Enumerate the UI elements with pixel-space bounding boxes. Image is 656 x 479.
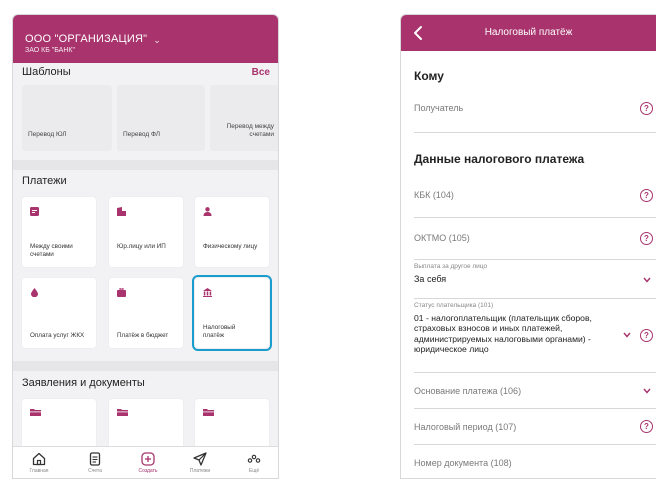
payment-label: Между своими счетами xyxy=(30,243,73,258)
templates-all-link[interactable]: Все xyxy=(252,67,270,78)
template-label: Перевод ФЛ xyxy=(123,131,160,139)
organization-name: ООО "ОРГАНИЗАЦИЯ" xyxy=(25,33,148,45)
template-card[interactable]: Перевод между счетами xyxy=(210,85,278,151)
period-placeholder: Налоговый период (107) xyxy=(414,422,517,432)
payments-title: Платежи xyxy=(22,175,67,187)
bottom-tab-bar: Главная Счета Создать Платежи Ещё xyxy=(13,446,278,478)
docnum-placeholder: Номер документа (108) xyxy=(414,458,512,468)
chevron-down-icon xyxy=(643,277,651,283)
tax-payment-screen: Налоговый платёж Кому Получатель ? Данны… xyxy=(400,14,656,479)
section-divider xyxy=(13,361,278,371)
payer-status-label: Статус плательщика (101) xyxy=(414,302,494,309)
tab-label: Ещё xyxy=(248,468,260,474)
help-icon[interactable]: ? xyxy=(640,420,653,433)
payment-card-legal-entity[interactable]: Юр.лицу или ИП xyxy=(109,197,183,267)
basis-placeholder: Основание платежа (106) xyxy=(414,386,522,396)
bank-icon xyxy=(203,288,212,297)
oktmo-field[interactable]: ОКТМО (105) ? xyxy=(414,222,656,260)
screen-header: Налоговый платёж xyxy=(401,15,656,51)
folder-icon xyxy=(203,409,214,416)
card-icon xyxy=(30,207,39,216)
payment-card-individual[interactable]: Физическому лицу xyxy=(195,197,269,267)
template-card[interactable]: Перевод ЮЛ xyxy=(22,85,112,151)
payment-label: Оплата услуг ЖКХ xyxy=(30,332,85,339)
document-card[interactable] xyxy=(109,399,183,449)
payout-value: За себя xyxy=(414,274,447,284)
to-heading: Кому xyxy=(414,69,444,83)
help-icon[interactable]: ? xyxy=(640,329,653,342)
document-icon xyxy=(89,452,101,466)
document-number-field[interactable]: Номер документа (108) xyxy=(414,445,656,478)
payout-label: Выплата за другое лицо xyxy=(414,263,488,270)
payer-status-value: 01 - налогоплательщик (плательщик сборов… xyxy=(414,313,592,354)
templates-title: Шаблоны xyxy=(22,66,71,78)
main-screen: ООО "ОРГАНИЗАЦИЯ" ⌄ ЗАО КБ "БАНК" Шаблон… xyxy=(12,14,279,479)
briefcase-icon xyxy=(117,288,126,297)
tax-data-heading: Данные налогового платежа xyxy=(414,152,585,166)
chevron-down-icon: ⌄ xyxy=(153,35,161,45)
payment-label: Физическому лицу xyxy=(203,243,258,250)
template-label: Перевод между счетами xyxy=(226,123,274,139)
document-card[interactable] xyxy=(22,399,96,449)
recipient-placeholder: Получатель xyxy=(414,103,464,113)
building-icon xyxy=(117,207,126,216)
help-icon[interactable]: ? xyxy=(640,189,653,202)
tab-payments[interactable]: Платежи xyxy=(180,447,220,478)
screen-title: Налоговый платёж xyxy=(484,27,573,38)
payment-label: Платёж в бюджет xyxy=(117,332,169,339)
chevron-down-icon xyxy=(643,388,651,394)
bank-name: ЗАО КБ "БАНК" xyxy=(25,47,75,54)
tab-home[interactable]: Главная xyxy=(19,447,59,478)
home-icon xyxy=(32,452,46,466)
tab-label: Главная xyxy=(29,468,49,474)
tab-more[interactable]: Ещё xyxy=(234,447,274,478)
payment-basis-select[interactable]: Основание платежа (106) xyxy=(414,373,656,409)
document-card[interactable] xyxy=(195,399,269,449)
documents-title: Заявления и документы xyxy=(22,377,145,389)
kbk-field[interactable]: КБК (104) ? xyxy=(414,180,656,218)
tab-accounts[interactable]: Счета xyxy=(75,447,115,478)
tab-label: Платежи xyxy=(189,468,211,474)
tax-period-field[interactable]: Налоговый период (107) ? xyxy=(414,409,656,445)
chevron-down-icon xyxy=(623,332,631,338)
tab-label: Счета xyxy=(88,468,102,474)
tab-create[interactable]: Создать xyxy=(128,447,168,478)
payment-card-utilities[interactable]: Оплата услуг ЖКХ xyxy=(22,278,96,348)
payment-card-tax[interactable]: Налоговый платёж xyxy=(192,275,272,351)
kbk-placeholder: КБК (104) xyxy=(414,190,454,200)
tab-label: Создать xyxy=(138,468,158,474)
section-divider xyxy=(13,160,278,170)
template-label: Перевод ЮЛ xyxy=(28,131,67,139)
folder-icon xyxy=(30,409,41,416)
payment-label: Юр.лицу или ИП xyxy=(117,243,166,250)
more-icon xyxy=(247,454,261,463)
payout-select[interactable]: Выплата за другое лицо За себя xyxy=(414,260,656,299)
person-icon xyxy=(203,207,212,216)
send-icon xyxy=(193,452,207,466)
recipient-field[interactable]: Получатель ? xyxy=(414,95,656,133)
folder-icon xyxy=(117,409,128,416)
payer-status-select[interactable]: Статус плательщика (101) 01 - налогоплат… xyxy=(414,299,656,373)
payment-label: Налоговый платёж xyxy=(203,324,236,339)
help-icon[interactable]: ? xyxy=(640,102,653,115)
payment-card-own-accounts[interactable]: Между своими счетами xyxy=(22,197,96,267)
help-icon[interactable]: ? xyxy=(640,232,653,245)
organization-header[interactable]: ООО "ОРГАНИЗАЦИЯ" ⌄ ЗАО КБ "БАНК" xyxy=(13,15,278,63)
payment-card-budget[interactable]: Платёж в бюджет xyxy=(109,278,183,348)
template-card[interactable]: Перевод ФЛ xyxy=(117,85,205,151)
drop-icon xyxy=(30,288,39,297)
plus-icon xyxy=(141,452,155,466)
oktmo-placeholder: ОКТМО (105) xyxy=(414,233,470,243)
